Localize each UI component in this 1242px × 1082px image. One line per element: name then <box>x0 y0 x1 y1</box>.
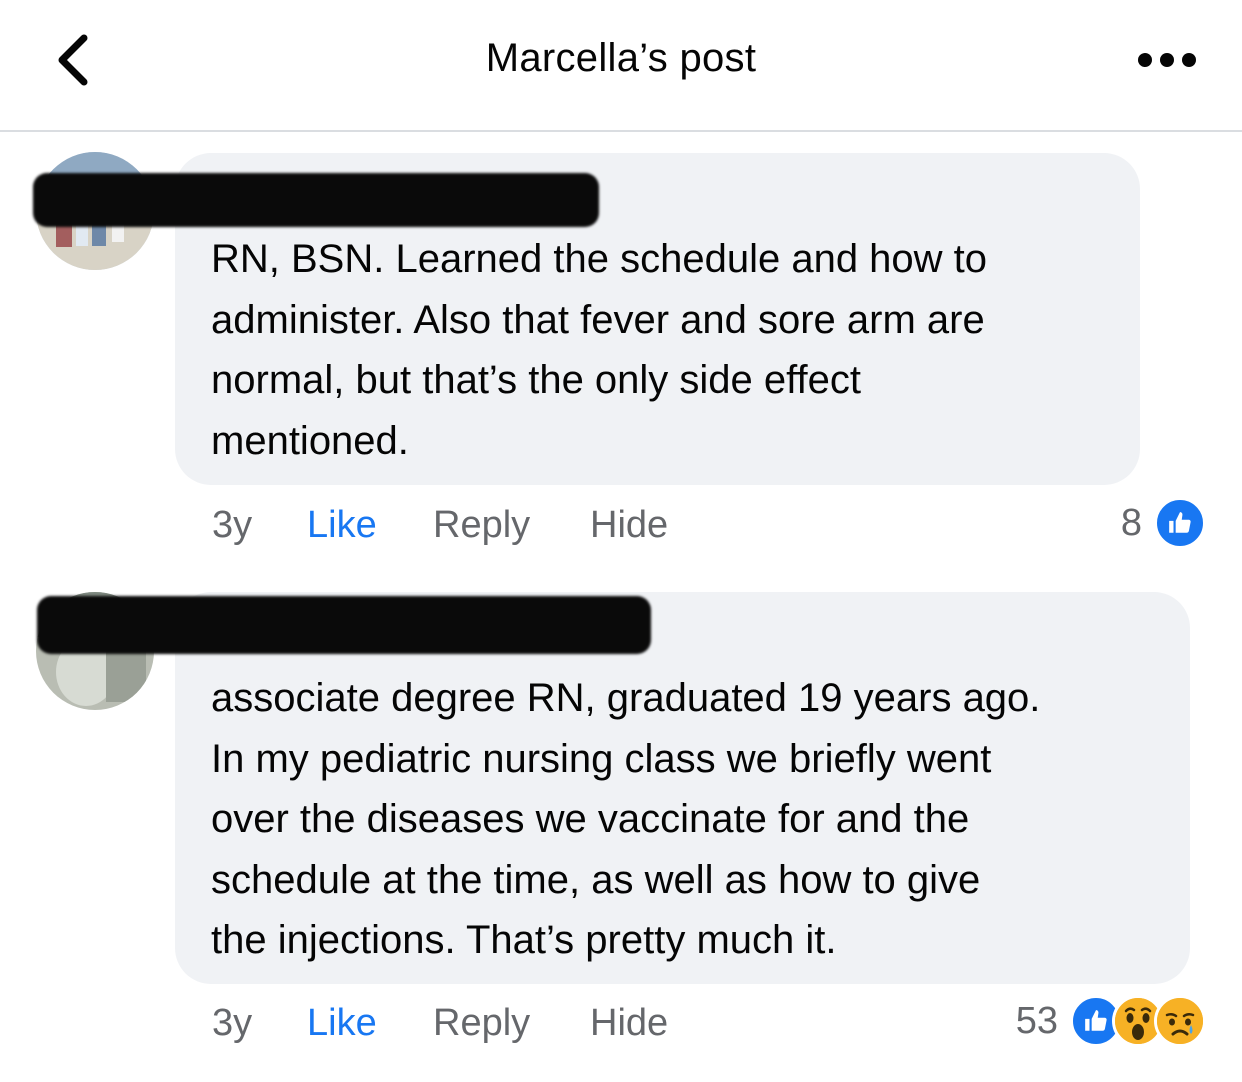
comment-bubble[interactable]: RN, BSN. Learned the schedule and how to… <box>33 153 1140 485</box>
redacted-name <box>33 173 599 227</box>
reply-button[interactable]: Reply <box>433 1002 590 1045</box>
hide-button[interactable]: Hide <box>590 504 668 547</box>
comment-actions: 3y Like Reply Hide <box>212 500 668 550</box>
comment-text: RN, BSN. Learned the schedule and how to… <box>211 237 988 463</box>
comment-actions: 3y Like Reply Hide <box>212 998 668 1048</box>
reaction-summary[interactable]: 53 <box>1016 995 1206 1047</box>
reaction-count: 8 <box>1120 501 1142 544</box>
sad-icon <box>1154 995 1206 1047</box>
comment-bubble[interactable]: associate degree RN, graduated 19 years … <box>37 592 1190 984</box>
more-icon <box>1138 53 1196 67</box>
redacted-name <box>37 596 651 654</box>
hide-button[interactable]: Hide <box>590 1002 668 1045</box>
reaction-summary[interactable]: 8 <box>1121 497 1206 549</box>
reaction-count: 53 <box>1015 999 1058 1042</box>
page-title: Marcella’s post <box>485 36 757 80</box>
comment-timestamp: 3y <box>212 503 253 546</box>
more-options-button[interactable] <box>1132 42 1202 78</box>
reply-button[interactable]: Reply <box>433 504 590 547</box>
comment-timestamp: 3y <box>212 1001 253 1044</box>
comment-text: associate degree RN, graduated 19 years … <box>211 676 1041 962</box>
like-button[interactable]: Like <box>307 1002 433 1045</box>
like-button[interactable]: Like <box>307 504 433 547</box>
like-icon <box>1154 497 1206 549</box>
top-nav-bar: Marcella’s post <box>0 0 1242 132</box>
